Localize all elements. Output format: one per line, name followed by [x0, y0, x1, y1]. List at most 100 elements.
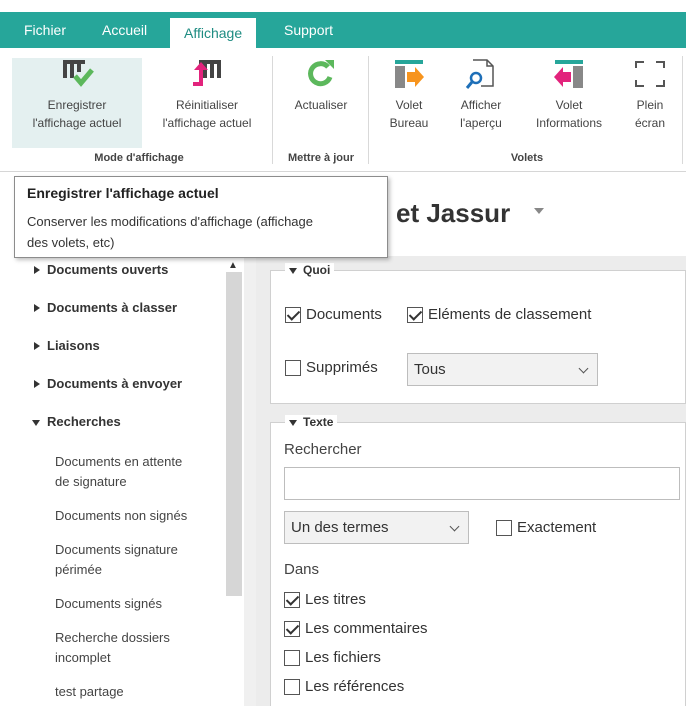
sidebar-item[interactable]: Documents signature périmée	[55, 540, 205, 580]
search-input[interactable]	[284, 467, 680, 500]
legend-label: Quoi	[303, 263, 331, 277]
refresh-icon	[303, 58, 339, 90]
expand-icon	[34, 342, 40, 350]
reset-view-button[interactable]: Réinitialiser l'affichage actuel	[148, 58, 266, 132]
checkbox-label: Les titres	[305, 591, 366, 608]
sidebar-section-documents-ouverts[interactable]: Documents ouverts	[34, 262, 168, 277]
tooltip-description-line: Conserver les modifications d'affichage …	[27, 214, 313, 229]
fullscreen-label-1: Plein	[636, 98, 664, 112]
sidebar-section-recherches[interactable]: Recherches	[32, 414, 121, 429]
tab-affichage[interactable]: Affichage	[170, 18, 257, 48]
reset-view-icon	[189, 58, 225, 90]
tab-support[interactable]: Support	[270, 12, 347, 48]
sidebar-item[interactable]: Documents signés	[55, 594, 205, 614]
sidebar-item-label: Documents en attente	[55, 454, 183, 469]
sidebar-item[interactable]: Recherche dossiers incomplet	[55, 628, 205, 668]
desktop-pane-button[interactable]: Volet Bureau	[376, 58, 442, 132]
sidebar-item-label: Documents signés	[55, 596, 162, 611]
checkbox-label: Documents	[306, 306, 382, 323]
sidebar-section-documents-a-classer[interactable]: Documents à classer	[34, 300, 177, 315]
fullscreen-button[interactable]: Plein écran	[622, 58, 678, 132]
references-checkbox[interactable]: Les références	[284, 678, 404, 695]
select-value: Un des termes	[291, 519, 389, 536]
sidebar-item-label: Recherche dossiers	[55, 630, 170, 645]
preview-label-1: Afficher	[460, 98, 502, 112]
tab-bar: Fichier Accueil Affichage Support	[0, 0, 686, 48]
commentaires-checkbox[interactable]: Les commentaires	[284, 620, 428, 637]
titres-checkbox[interactable]: Les titres	[284, 591, 366, 608]
checkbox-label: Eléments de classement	[428, 306, 592, 323]
search-label: Rechercher	[284, 441, 362, 458]
sidebar-section-documents-a-envoyer[interactable]: Documents à envoyer	[34, 376, 182, 391]
save-view-icon	[59, 58, 95, 90]
group-label-mode: Mode d'affichage	[94, 152, 184, 164]
tab-accueil[interactable]: Accueil	[88, 12, 161, 48]
fichiers-checkbox[interactable]: Les fichiers	[284, 649, 381, 666]
tooltip: Enregistrer l'affichage actuel Conserver…	[14, 176, 388, 258]
ribbon-divider	[682, 56, 683, 164]
fieldset-quoi: Quoi Documents Eléments de classement Su…	[270, 263, 686, 404]
sidebar-item[interactable]: Documents non signés	[55, 506, 205, 526]
preview-label-2: l'aperçu	[460, 116, 502, 130]
sidebar-section-liaisons[interactable]: Liaisons	[34, 338, 100, 353]
search-panel: Quoi Documents Eléments de classement Su…	[256, 256, 686, 706]
sidebar-section-label: Documents à envoyer	[47, 376, 183, 391]
fullscreen-label-2: écran	[634, 116, 666, 130]
search-mode-select[interactable]: Un des termes	[284, 511, 469, 544]
checkbox-box[interactable]	[284, 591, 300, 608]
sidebar-item[interactable]: Documents en attente de signature	[55, 452, 205, 492]
sidebar-item-label: Documents signature	[55, 542, 178, 557]
save-view-label-1: Enregistrer	[47, 98, 107, 112]
sidebar: Documents ouverts Documents à classer Li…	[0, 256, 244, 706]
refresh-button[interactable]: Actualiser	[280, 58, 362, 114]
tooltip-description: Conserver les modifications d'affichage …	[27, 211, 375, 253]
documents-checkbox[interactable]: Documents	[285, 306, 382, 323]
sidebar-section-label: Documents ouverts	[47, 262, 169, 277]
ribbon-divider	[272, 56, 273, 164]
expand-icon	[34, 304, 40, 312]
checkbox-box[interactable]	[285, 306, 301, 323]
supprimes-checkbox[interactable]: Supprimés	[285, 359, 378, 376]
sidebar-item-label: périmée	[55, 562, 102, 577]
sidebar-section-label: Documents à classer	[47, 300, 178, 315]
group-label-update: Mettre à jour	[287, 152, 354, 164]
app-window: Fichier Accueil Affichage Support Enregi…	[0, 0, 686, 706]
checkbox-box[interactable]	[284, 678, 300, 695]
sidebar-section-label: Liaisons	[47, 338, 100, 353]
checkbox-box[interactable]	[284, 620, 300, 637]
tab-fichier[interactable]: Fichier	[10, 12, 80, 48]
checkbox-label: Les fichiers	[305, 649, 381, 666]
collapse-icon	[289, 267, 297, 274]
sidebar-item-label: Documents non signés	[55, 508, 188, 523]
save-view-label-2: l'affichage actuel	[32, 116, 122, 130]
panel-splitter[interactable]	[244, 256, 256, 706]
info-pane-button[interactable]: Volet Informations	[520, 58, 618, 132]
sidebar-scrollbar-thumb[interactable]	[226, 272, 242, 596]
save-view-button[interactable]: Enregistrer l'affichage actuel	[12, 58, 142, 148]
dans-label: Dans	[284, 561, 320, 578]
refresh-label: Actualiser	[294, 98, 348, 112]
desktop-pane-label-2: Bureau	[389, 116, 429, 130]
chevron-down-icon	[449, 521, 460, 532]
scroll-up-icon[interactable]: ▲	[228, 260, 238, 271]
title-dropdown-icon[interactable]	[534, 208, 544, 214]
checkbox-box[interactable]	[496, 519, 512, 536]
sidebar-item[interactable]: test partage	[55, 682, 205, 702]
elements-checkbox[interactable]: Eléments de classement	[407, 306, 591, 323]
expand-icon	[34, 380, 40, 388]
sidebar-item-label: de signature	[55, 474, 127, 489]
collapse-icon	[289, 419, 297, 426]
checkbox-label: Les commentaires	[305, 620, 428, 637]
deleted-filter-select[interactable]: Tous	[407, 353, 598, 386]
legend-quoi[interactable]: Quoi	[285, 263, 335, 277]
checkbox-box[interactable]	[285, 359, 301, 376]
tooltip-title: Enregistrer l'affichage actuel	[27, 185, 219, 201]
sidebar-item-label: test partage	[55, 684, 124, 699]
checkbox-box[interactable]	[284, 649, 300, 666]
preview-button[interactable]: Afficher l'aperçu	[446, 58, 516, 132]
checkbox-box[interactable]	[407, 306, 423, 323]
exact-match-checkbox[interactable]: Exactement	[496, 519, 596, 536]
legend-texte[interactable]: Texte	[285, 415, 338, 429]
checkbox-label: Exactement	[517, 519, 597, 536]
preview-icon	[463, 58, 499, 90]
